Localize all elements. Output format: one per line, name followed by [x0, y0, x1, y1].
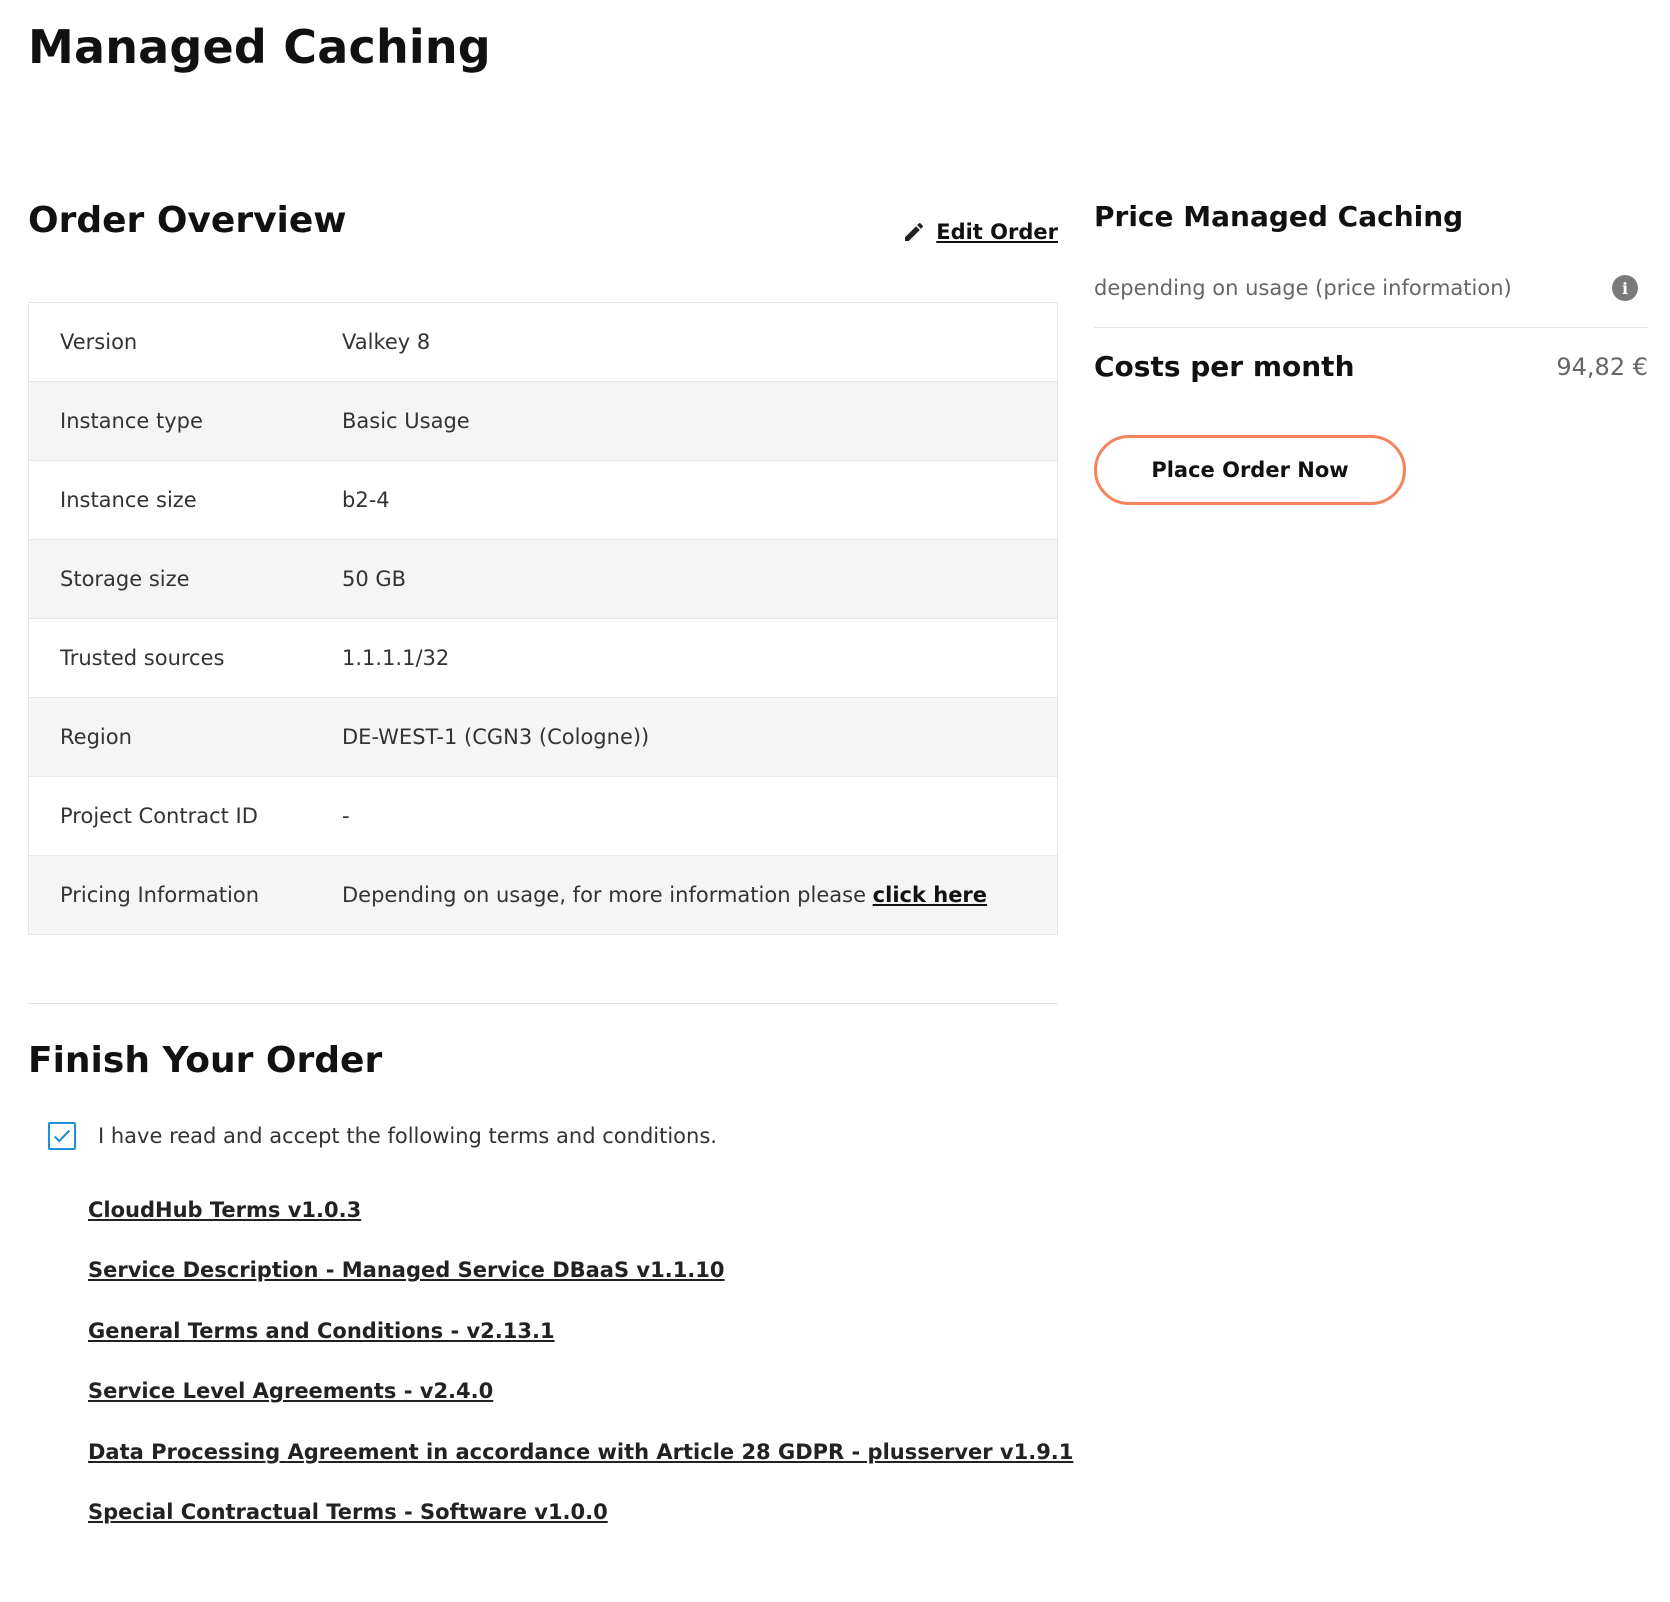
order-overview-section: Order Overview Edit Order Version Valkey… [28, 200, 1058, 935]
table-row-region: Region DE-WEST-1 (CGN3 (Cologne)) [29, 698, 1057, 777]
terms-link-special-terms[interactable]: Special Contractual Terms - Software v1.… [88, 1500, 608, 1524]
accept-terms-label: I have read and accept the following ter… [98, 1124, 717, 1148]
row-label: Region [60, 725, 132, 749]
row-value: Depending on usage, for more information… [342, 883, 1057, 907]
pencil-icon [905, 222, 924, 241]
terms-link-dpa[interactable]: Data Processing Agreement in accordance … [88, 1440, 1073, 1464]
row-value: Basic Usage [342, 409, 470, 433]
order-overview-header: Order Overview Edit Order [28, 200, 1058, 270]
terms-link-sla[interactable]: Service Level Agreements - v2.4.0 [88, 1379, 493, 1403]
row-label: Trusted sources [60, 646, 225, 670]
accept-terms-row: I have read and accept the following ter… [48, 1122, 717, 1150]
row-value: 50 GB [342, 567, 407, 591]
list-item: General Terms and Conditions - v2.13.1 [88, 1319, 1073, 1379]
order-overview-table: Version Valkey 8 Instance type Basic Usa… [28, 302, 1058, 935]
row-label: Pricing Information [60, 883, 260, 907]
info-icon[interactable]: i [1612, 275, 1638, 301]
row-label: Storage size [60, 567, 190, 591]
costs-label: Costs per month [1094, 350, 1355, 383]
costs-row: Costs per month 94,82 € [1094, 350, 1648, 383]
finish-order-title: Finish Your Order [28, 1040, 383, 1081]
list-item: Service Level Agreements - v2.4.0 [88, 1379, 1073, 1439]
list-item: Service Description - Managed Service DB… [88, 1258, 1073, 1318]
price-title: Price Managed Caching [1094, 200, 1464, 233]
row-label: Instance type [60, 409, 203, 433]
table-row-pricing-information: Pricing Information Depending on usage, … [29, 856, 1057, 934]
row-value: - [342, 804, 350, 828]
terms-link-cloudhub[interactable]: CloudHub Terms v1.0.3 [88, 1198, 361, 1222]
table-row-instance-size: Instance size b2-4 [29, 461, 1057, 540]
table-row-project-contract-id: Project Contract ID - [29, 777, 1057, 856]
row-label: Instance size [60, 488, 197, 512]
price-panel: Price Managed Caching depending on usage… [1094, 200, 1648, 505]
table-row-trusted-sources: Trusted sources 1.1.1.1/32 [29, 619, 1057, 698]
edit-order-label: Edit Order [936, 220, 1058, 244]
list-item: Data Processing Agreement in accordance … [88, 1440, 1073, 1500]
list-item: Special Contractual Terms - Software v1.… [88, 1500, 1073, 1560]
row-value: DE-WEST-1 (CGN3 (Cologne)) [342, 725, 650, 749]
price-usage-text: depending on usage (price information) [1094, 276, 1512, 300]
pricing-click-here-link[interactable]: click here [873, 883, 987, 907]
row-value: b2-4 [342, 488, 390, 512]
accept-terms-checkbox[interactable] [48, 1122, 76, 1150]
table-row-storage-size: Storage size 50 GB [29, 540, 1057, 619]
terms-list: CloudHub Terms v1.0.3 Service Descriptio… [88, 1198, 1073, 1560]
costs-value: 94,82 € [1556, 352, 1648, 381]
page-title: Managed Caching [28, 20, 491, 74]
list-item: CloudHub Terms v1.0.3 [88, 1198, 1073, 1258]
table-row-version: Version Valkey 8 [29, 303, 1057, 382]
place-order-button[interactable]: Place Order Now [1094, 435, 1406, 505]
section-divider [28, 1003, 1058, 1004]
edit-order-link[interactable]: Edit Order [902, 220, 1058, 244]
price-usage-row: depending on usage (price information) i [1094, 263, 1648, 328]
terms-link-service-description[interactable]: Service Description - Managed Service DB… [88, 1258, 725, 1282]
checkmark-icon [53, 1129, 71, 1143]
terms-link-general-terms[interactable]: General Terms and Conditions - v2.13.1 [88, 1319, 555, 1343]
row-label: Project Contract ID [60, 804, 258, 828]
row-value: Valkey 8 [342, 330, 431, 354]
table-row-instance-type: Instance type Basic Usage [29, 382, 1057, 461]
row-value: 1.1.1.1/32 [342, 646, 450, 670]
pricing-text: Depending on usage, for more information… [342, 883, 873, 907]
row-label: Version [60, 330, 138, 354]
